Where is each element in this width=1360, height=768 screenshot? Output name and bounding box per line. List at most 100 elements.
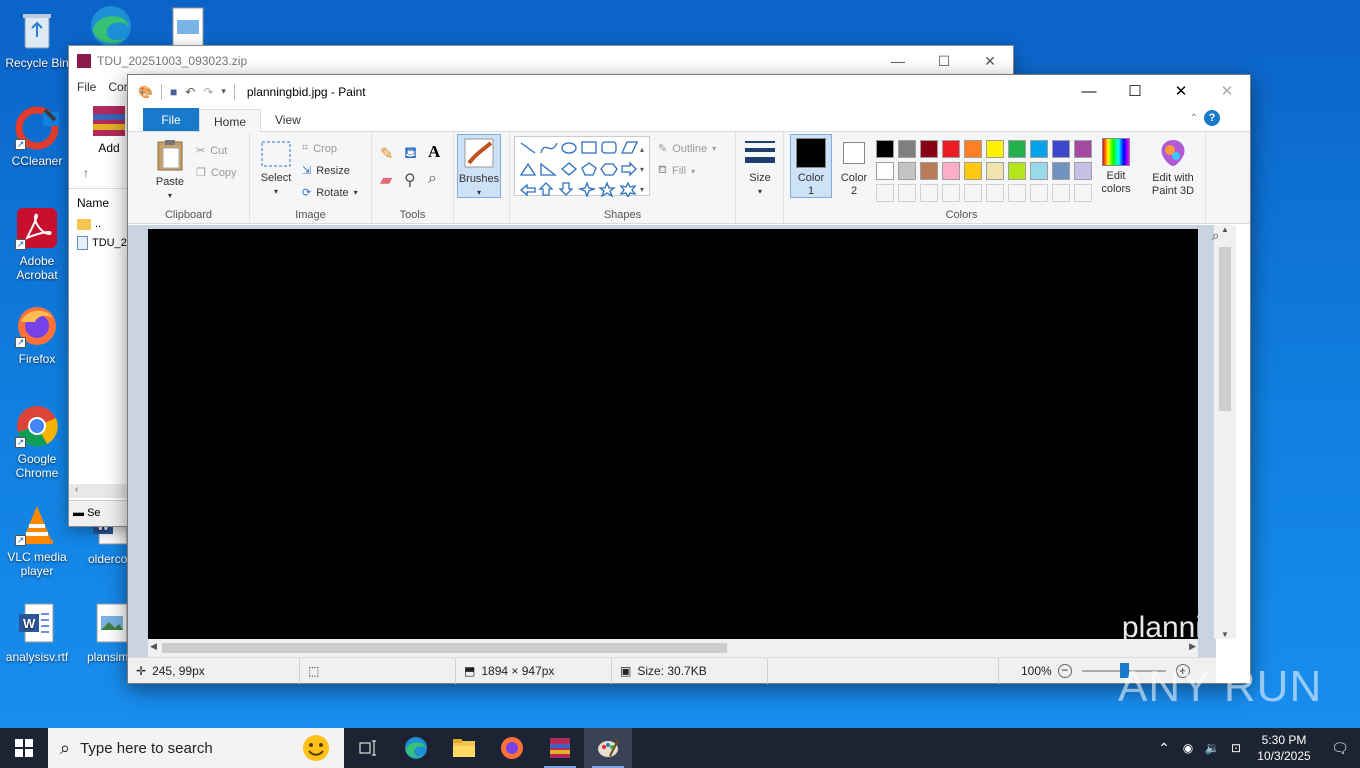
undo-icon[interactable]: ↶ [185, 85, 195, 99]
tab-view[interactable]: View [261, 108, 315, 131]
winrar-column-name[interactable]: Name [77, 196, 109, 210]
palette-swatch[interactable] [898, 140, 916, 158]
copy-button[interactable]: ❐ Copy [196, 166, 237, 180]
volume-icon[interactable]: 🔉 [1200, 741, 1224, 755]
palette-swatch[interactable] [986, 140, 1004, 158]
palette-swatch[interactable] [1052, 140, 1070, 158]
palette-swatch[interactable] [942, 162, 960, 180]
palette-swatch[interactable] [1052, 162, 1070, 180]
fill-bucket-icon[interactable]: ⛾ [404, 144, 417, 164]
horizontal-scroll-thumb[interactable] [162, 643, 727, 653]
custom-color-slot[interactable] [876, 184, 894, 202]
paint-window[interactable]: 🎨 ■ ↶ ↷ ▾ planningbid.jpg - Paint — ☐ ✕ … [127, 74, 1251, 684]
taskbar-winrar[interactable] [536, 728, 584, 768]
paint-maximize-button[interactable]: ☐ [1112, 75, 1158, 108]
palette-swatch[interactable] [920, 162, 938, 180]
outline-button[interactable]: ✎ Outline ▾ [658, 142, 716, 156]
winrar-title-bar[interactable]: TDU_20251003_093023.zip — ☐ ✕ [69, 46, 1013, 76]
pencil-icon[interactable]: ✎ [380, 144, 393, 164]
paint-minimize-button[interactable]: — [1066, 75, 1112, 108]
winrar-menu-file[interactable]: File [77, 80, 96, 94]
palette-swatch[interactable] [1030, 140, 1048, 158]
custom-color-slot[interactable] [986, 184, 1004, 202]
rotate-button[interactable]: ⟳ Rotate ▾ [302, 186, 358, 200]
brushes-button[interactable]: Brushes ▾ [457, 134, 501, 198]
winrar-menu-commands[interactable]: Cor [108, 80, 127, 94]
winrar-up-icon[interactable]: ↑ [83, 166, 89, 180]
palette-swatch[interactable] [876, 140, 894, 158]
text-tool-icon[interactable]: A [428, 142, 440, 162]
edit-with-paint3d-button[interactable]: Edit with Paint 3D [1144, 138, 1202, 198]
select-button[interactable]: Select ▾ [256, 140, 296, 198]
desktop-icon-firefox[interactable]: ↗ Firefox [0, 304, 74, 366]
custom-color-slot[interactable] [942, 184, 960, 202]
eraser-icon[interactable]: ▰ [380, 170, 392, 190]
palette-swatch[interactable] [1008, 140, 1026, 158]
winrar-add-button[interactable]: Add [89, 104, 129, 155]
shapes-scroll[interactable]: ▴ ▾ ▾ [640, 140, 644, 200]
image-canvas[interactable]: planni [148, 229, 1198, 641]
shapes-gallery[interactable] [514, 136, 650, 199]
paint-close-button[interactable]: ✕ [1158, 75, 1204, 108]
winrar-maximize-button[interactable]: ☐ [921, 53, 967, 70]
magnifier-icon[interactable]: ⌕ [428, 170, 437, 188]
palette-swatch[interactable] [1008, 162, 1026, 180]
palette-swatch[interactable] [1074, 162, 1092, 180]
palette-swatch[interactable] [942, 140, 960, 158]
task-view-button[interactable] [344, 728, 392, 768]
palette-swatch[interactable] [1030, 162, 1048, 180]
desktop-icon-chrome[interactable]: ↗ Google Chrome [0, 404, 74, 480]
tray-meet-icon[interactable]: ◉ [1176, 741, 1200, 755]
list-item[interactable]: .. [77, 218, 101, 230]
start-button[interactable] [0, 728, 48, 768]
list-item[interactable]: TDU_20 [77, 236, 133, 250]
taskbar-search-box[interactable]: ⌕ Type here to search [48, 728, 344, 768]
taskbar-edge[interactable] [392, 728, 440, 768]
save-icon[interactable]: ■ [170, 85, 177, 99]
paint-title-bar[interactable]: 🎨 ■ ↶ ↷ ▾ planningbid.jpg - Paint — ☐ ✕ … [128, 75, 1250, 108]
custom-color-slot[interactable] [1008, 184, 1026, 202]
palette-swatch[interactable] [1074, 140, 1092, 158]
winrar-close-button[interactable]: ✕ [967, 53, 1013, 70]
custom-color-slot[interactable] [1052, 184, 1070, 202]
color-picker-icon[interactable]: ⚲ [404, 170, 416, 190]
notifications-icon[interactable]: 🗨 [1320, 740, 1360, 757]
redo-icon[interactable]: ↷ [203, 85, 213, 99]
vertical-scrollbar[interactable]: ▲ ▼ [1214, 225, 1236, 639]
custom-color-slot[interactable] [898, 184, 916, 202]
desktop-icon-acrobat[interactable]: ↗ Adobe Acrobat [0, 206, 74, 282]
winrar-minimize-button[interactable]: — [875, 53, 921, 70]
custom-color-slot[interactable] [964, 184, 982, 202]
tab-home[interactable]: Home [199, 109, 262, 132]
resize-button[interactable]: ⇲ Resize [302, 164, 350, 178]
help-icon[interactable]: ? [1204, 110, 1220, 126]
palette-swatch[interactable] [920, 140, 938, 158]
scroll-left-icon[interactable]: ◀ [150, 641, 157, 652]
clock[interactable]: 5:30 PM 10/3/2025 [1248, 732, 1320, 764]
custom-color-slot[interactable] [920, 184, 938, 202]
tab-file[interactable]: File [143, 108, 199, 131]
paste-button[interactable]: Paste ▾ [146, 138, 194, 202]
taskbar-firefox[interactable] [488, 728, 536, 768]
network-icon[interactable]: ⊡ [1224, 741, 1248, 755]
palette-swatch[interactable] [964, 140, 982, 158]
desktop-icon-analysis-doc[interactable]: W analysisv.rtf [0, 602, 74, 664]
custom-color-slot[interactable] [1030, 184, 1048, 202]
collapse-ribbon-icon[interactable]: ⌃ [1190, 113, 1198, 124]
edit-colors-button[interactable]: Edit colors [1098, 138, 1134, 196]
taskbar-paint[interactable] [584, 728, 632, 768]
vertical-scroll-thumb[interactable] [1219, 247, 1231, 411]
palette-swatch[interactable] [986, 162, 1004, 180]
taskbar-file-explorer[interactable] [440, 728, 488, 768]
cut-button[interactable]: ✂ Cut [196, 144, 227, 158]
desktop-icon-vlc[interactable]: ↗ VLC media player [0, 502, 74, 578]
tray-overflow-icon[interactable]: ⌃ [1152, 740, 1176, 757]
scroll-down-icon[interactable]: ▼ [1214, 630, 1236, 639]
customize-qat-icon[interactable]: ▾ [221, 86, 226, 97]
size-button[interactable]: Size ▾ [740, 138, 780, 198]
horizontal-scrollbar[interactable]: ◀ ▶ [148, 639, 1198, 657]
palette-swatch[interactable] [898, 162, 916, 180]
scroll-right-icon[interactable]: ▶ [1189, 641, 1196, 652]
palette-swatch[interactable] [964, 162, 982, 180]
palette-swatch[interactable] [876, 162, 894, 180]
